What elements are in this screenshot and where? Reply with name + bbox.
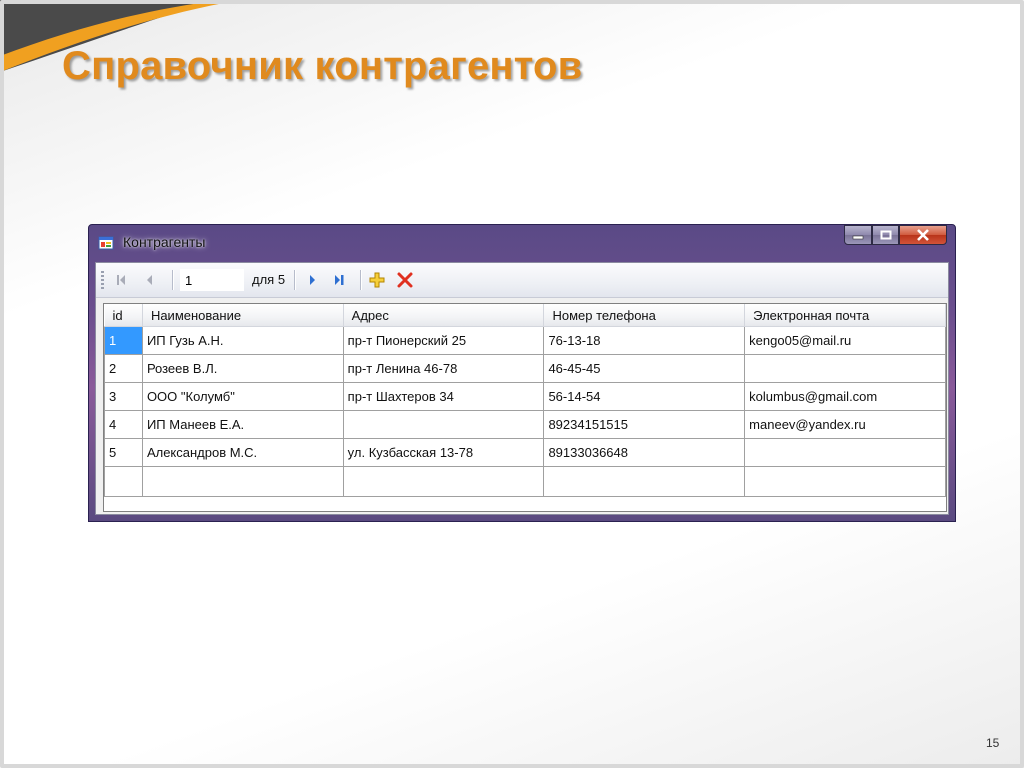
cell-id[interactable]: 3: [104, 382, 143, 411]
table-row[interactable]: 2 Розеев В.Л. пр-т Ленина 46-78 46-45-45: [104, 354, 946, 383]
grid-header-row: id Наименование Адрес Номер телефона Эле…: [104, 304, 946, 327]
cell-address[interactable]: ул. Кузбасская 13-78: [342, 438, 545, 467]
toolbar-grip[interactable]: [101, 271, 104, 289]
toolbar-separator: [360, 270, 361, 290]
position-input[interactable]: [180, 269, 244, 291]
cell-phone[interactable]: 46-45-45: [543, 354, 746, 383]
cell-id[interactable]: [104, 466, 143, 497]
cell-name[interactable]: Розеев В.Л.: [141, 354, 344, 383]
window-client-area: для 5: [95, 262, 949, 515]
cell-address[interactable]: пр-т Шахтеров 34: [342, 382, 545, 411]
column-header-name[interactable]: Наименование: [142, 304, 344, 327]
toolbar-separator: [172, 270, 173, 290]
cell-email[interactable]: [744, 438, 946, 467]
column-header-address[interactable]: Адрес: [343, 304, 545, 327]
move-next-icon: [310, 275, 315, 285]
cell-phone[interactable]: 89234151515: [543, 410, 746, 439]
cell-phone[interactable]: 76-13-18: [543, 326, 746, 355]
column-header-email[interactable]: Электронная почта: [744, 304, 946, 327]
cell-name[interactable]: ИП Гузь А.Н.: [141, 326, 344, 355]
cell-name[interactable]: Александров М.С.: [141, 438, 344, 467]
toolbar-separator: [294, 270, 295, 290]
cell-email[interactable]: kolumbus@gmail.com: [744, 382, 946, 411]
cell-id[interactable]: 1: [104, 326, 143, 355]
column-header-id[interactable]: id: [104, 304, 143, 327]
column-header-phone[interactable]: Номер телефона: [543, 304, 746, 327]
cell-name[interactable]: ИП Манеев Е.А.: [141, 410, 344, 439]
cell-email[interactable]: [744, 466, 946, 497]
cell-phone[interactable]: [543, 466, 746, 497]
move-last-icon: [335, 275, 344, 285]
cell-address[interactable]: пр-т Ленина 46-78: [342, 354, 545, 383]
cell-phone[interactable]: 56-14-54: [543, 382, 746, 411]
cell-id[interactable]: 2: [104, 354, 143, 383]
minimize-icon: [852, 235, 864, 240]
window-counterparties: Контрагенты 1 для 5 id Наименование Адре…: [88, 224, 956, 522]
window-titlebar[interactable]: Контрагенты: [89, 225, 955, 261]
maximize-button[interactable]: [872, 225, 899, 245]
move-first-button[interactable]: [110, 270, 132, 290]
form-app-icon: [98, 236, 114, 250]
move-first-icon: [117, 275, 125, 285]
cell-address[interactable]: [342, 410, 545, 439]
cell-phone[interactable]: 89133036648: [543, 438, 746, 467]
add-new-icon: [369, 272, 385, 288]
minimize-button[interactable]: [844, 225, 872, 245]
maximize-icon: [880, 230, 891, 240]
slide-title: Справочник контрагентов: [62, 44, 583, 88]
cell-id[interactable]: 5: [104, 438, 143, 467]
move-previous-icon: [147, 275, 152, 285]
move-next-button[interactable]: [302, 270, 324, 290]
close-button[interactable]: [899, 225, 947, 245]
move-previous-button[interactable]: [138, 270, 160, 290]
table-row[interactable]: 5 Александров М.С. ул. Кузбасская 13-78 …: [104, 438, 946, 467]
grid-table: id Наименование Адрес Номер телефона Эле…: [104, 304, 946, 497]
cell-email[interactable]: kengo05@mail.ru: [744, 326, 946, 355]
delete-button[interactable]: [394, 270, 416, 290]
move-last-button[interactable]: [328, 270, 350, 290]
cell-address[interactable]: [342, 466, 545, 497]
close-icon: [917, 229, 929, 241]
counterparties-grid[interactable]: id Наименование Адрес Номер телефона Эле…: [103, 303, 947, 512]
cell-id[interactable]: 4: [104, 410, 143, 439]
cell-name[interactable]: ООО "Колумб": [141, 382, 344, 411]
window-title: Контрагенты: [123, 234, 206, 250]
table-row[interactable]: 1 ИП Гузь А.Н. пр-т Пионерский 25 76-13-…: [104, 326, 946, 355]
page-number: 15: [986, 736, 1000, 750]
new-record-row[interactable]: [104, 466, 946, 497]
table-row[interactable]: 4 ИП Манеев Е.А. 89234151515 maneev@yand…: [104, 410, 946, 439]
cell-email[interactable]: [744, 354, 946, 383]
cell-name[interactable]: [141, 466, 344, 497]
binding-navigator: для 5: [96, 263, 948, 298]
cell-email[interactable]: maneev@yandex.ru: [744, 410, 946, 439]
add-new-button[interactable]: [366, 270, 388, 290]
table-row[interactable]: 3 ООО "Колумб" пр-т Шахтеров 34 56-14-54…: [104, 382, 946, 411]
cell-address[interactable]: пр-т Пионерский 25: [342, 326, 545, 355]
delete-icon: [397, 272, 413, 288]
count-label: для 5: [252, 272, 286, 287]
